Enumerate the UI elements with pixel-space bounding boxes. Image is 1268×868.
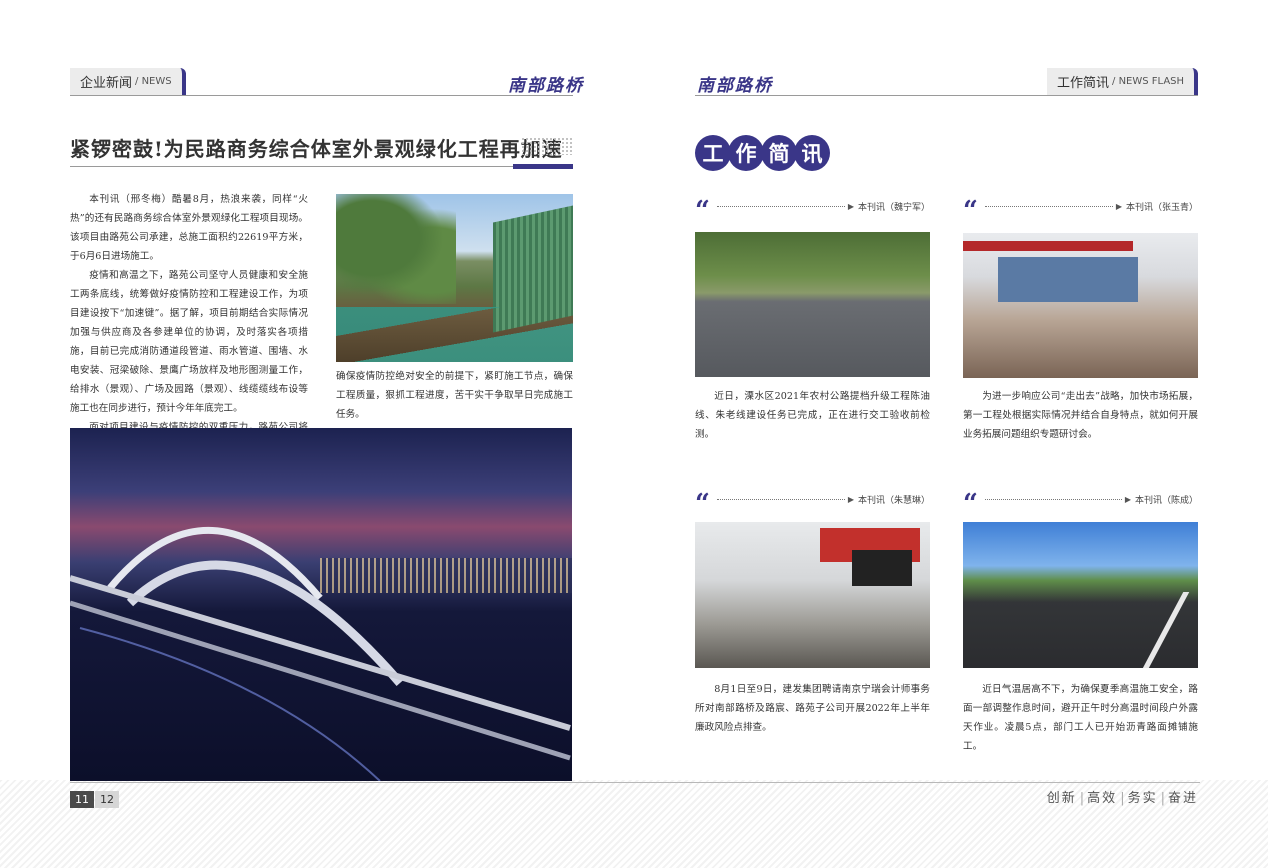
article-body-column-1: 本刊讯（邢冬梅）酷暑8月，热浪来袭，同样“火热”的还有民路商务综合体室外景观绿化… <box>70 190 308 456</box>
dotted-leader <box>984 498 1122 500</box>
title-char: 作 <box>728 135 764 171</box>
dotted-leader <box>716 498 845 500</box>
article-body-column-2: 确保疫情防控绝对安全的前提下，紧盯施工节点，确保工程质量，狠抓工程进度，苦干实干… <box>336 367 573 424</box>
section-tab-cn-right: 工作简讯 <box>1057 76 1110 91</box>
article-headline: 紧锣密鼓!为民路商务综合体室外景观绿化工程再加速 <box>70 137 563 161</box>
page-number-left: 11 <box>70 791 94 808</box>
slogan-separator: | <box>1120 791 1125 806</box>
title-char: 讯 <box>794 135 830 171</box>
footer-rule <box>70 782 1200 783</box>
arrow-right-icon: ▶ <box>1124 494 1131 504</box>
photo-road-marking <box>1140 592 1190 668</box>
brief-caption: 为进一步响应公司“走出去”战略，加快市场拓展，第一工程处根据实际情况并结合自身特… <box>963 387 1198 444</box>
brief-byline: “ ▶ 本刊讯（魏宁军） <box>695 198 930 224</box>
construction-site-photo <box>336 194 573 362</box>
slogan-separator: | <box>1160 791 1165 806</box>
headline-rule <box>70 166 573 167</box>
night-bridge-photo <box>70 428 572 781</box>
dotted-leader <box>716 205 845 207</box>
footer-slogan: 创新 | 高效 | 务实 | 奋进 <box>1047 787 1198 806</box>
section-tab-en-text: NEWS <box>141 76 172 87</box>
title-char: 工 <box>695 135 731 171</box>
brief-byline: “ ▶ 本刊讯（陈成） <box>963 491 1198 517</box>
brand-logo-right: 南部路桥 <box>697 76 773 96</box>
header-rule-right <box>695 95 1198 96</box>
quote-mark-icon: “ <box>963 489 978 519</box>
section-tab-en: / NEWS <box>135 76 172 87</box>
brief-caption-text: 近日气温居高不下，为确保夏季高温施工安全，路面一部调整作息时间，避开正午时分高温… <box>963 684 1198 752</box>
header-rule-left <box>70 95 573 96</box>
section-tab-en-right-text: NEWS FLASH <box>1118 76 1185 87</box>
section-tab-news: 企业新闻 / NEWS <box>70 68 186 95</box>
slogan-word: 奋进 <box>1167 791 1198 806</box>
slogan-word: 务实 <box>1127 791 1158 806</box>
brief-caption: 近日气温居高不下，为确保夏季高温施工安全，路面一部调整作息时间，避开正午时分高温… <box>963 680 1198 756</box>
dotted-leader <box>984 205 1113 207</box>
section-tab-en-right: / NEWS FLASH <box>1112 76 1185 87</box>
photo-screen <box>998 257 1138 302</box>
article-continued-text: 确保疫情防控绝对安全的前提下，紧盯施工节点，确保工程质量，狠抓工程进度，苦干实干… <box>336 371 573 420</box>
brief-byline-text: 本刊讯（魏宁军） <box>857 202 930 213</box>
brief-byline-text: 本刊讯（朱慧琳） <box>857 495 930 506</box>
work-briefs-title-badge: 工 作 简 讯 <box>695 135 830 171</box>
quote-mark-icon: “ <box>963 196 978 226</box>
page-number-right: 12 <box>95 791 119 808</box>
brief-byline-text: 本刊讯（陈成） <box>1134 495 1198 506</box>
slogan-word: 高效 <box>1087 791 1118 806</box>
arrow-right-icon: ▶ <box>847 201 854 211</box>
brief-byline: “ ▶ 本刊讯（朱慧琳） <box>695 491 930 517</box>
arrow-right-icon: ▶ <box>847 494 854 504</box>
brief-byline-text: 本刊讯（张玉青） <box>1125 202 1198 213</box>
section-tab-newsflash: 工作简讯 / NEWS FLASH <box>1047 68 1198 95</box>
meeting-room-photo <box>963 233 1198 378</box>
asphalt-paving-photo <box>963 522 1198 668</box>
title-char: 简 <box>761 135 797 171</box>
slogan-separator: | <box>1079 791 1085 806</box>
brief-caption-text: 为进一步响应公司“走出去”战略，加快市场拓展，第一工程处根据实际情况并结合自身特… <box>963 391 1198 440</box>
quote-mark-icon: “ <box>695 196 710 226</box>
brand-logo-left: 南部路桥 <box>508 76 584 96</box>
slogan-word: 创新 <box>1046 791 1077 806</box>
brief-caption-text: 8月1日至9日，建发集团聘请南京宁瑞会计师事务所对南部路桥及路宸、路苑子公司开展… <box>695 684 930 733</box>
headline-accent-bar <box>513 164 573 169</box>
brief-caption: 近日，溧水区2021年农村公路提档升级工程陈油线、朱老线建设任务已完成，正在进行… <box>695 387 930 444</box>
road-inspection-photo <box>695 232 930 377</box>
brief-caption: 8月1日至9日，建发集团聘请南京宁瑞会计师事务所对南部路桥及路宸、路苑子公司开展… <box>695 680 930 737</box>
photo-trees <box>336 194 456 304</box>
arrow-right-icon: ▶ <box>1115 201 1122 211</box>
bridge-arch-illustration <box>70 526 571 781</box>
quote-mark-icon: “ <box>695 489 710 519</box>
photo-tv <box>852 550 912 586</box>
article-paragraph: 本刊讯（邢冬梅）酷暑8月，热浪来袭，同样“火热”的还有民路商务综合体室外景观绿化… <box>70 194 308 262</box>
photo-green-cover <box>336 307 573 362</box>
article-paragraph: 疫情和高温之下，路苑公司坚守人员健康和安全施工两条底线，统筹做好疫情防控和工程建… <box>70 270 308 414</box>
headline-dot-pattern <box>521 137 573 155</box>
section-tab-cn: 企业新闻 <box>80 76 133 91</box>
audit-office-photo <box>695 522 930 668</box>
photo-red-banner <box>963 241 1133 251</box>
brief-byline: “ ▶ 本刊讯（张玉青） <box>963 198 1198 224</box>
brief-caption-text: 近日，溧水区2021年农村公路提档升级工程陈油线、朱老线建设任务已完成，正在进行… <box>695 391 930 440</box>
